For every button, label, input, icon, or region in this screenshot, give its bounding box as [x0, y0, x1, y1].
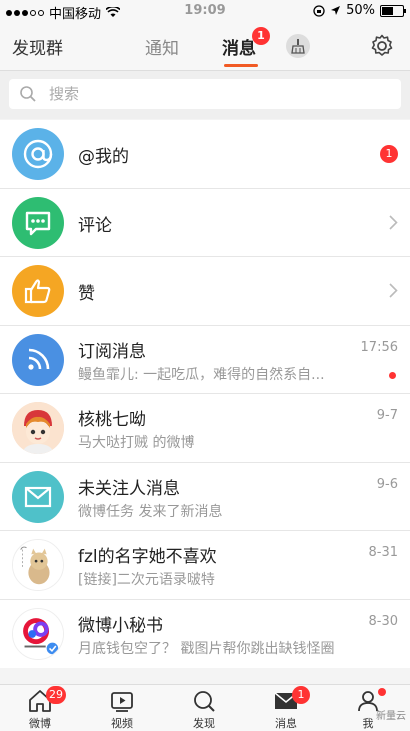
- item-title: 赞: [78, 284, 95, 304]
- tab-weibo[interactable]: 29 微博: [10, 685, 70, 731]
- status-right: 50%: [313, 3, 406, 18]
- avatar: [12, 607, 64, 660]
- list-item-comments[interactable]: 评论: [0, 189, 410, 257]
- tab-messages-bottom-badge: 1: [292, 686, 310, 704]
- item-time: 9-6: [376, 476, 398, 492]
- tab-discover-label: 发现: [193, 717, 215, 730]
- item-preview: 月底钱包空了？ 戳图片帮你跳出缺钱怪圈: [78, 640, 335, 657]
- item-preview: 微博任务 发来了新消息: [78, 503, 223, 520]
- tab-weibo-badge: 29: [46, 686, 66, 704]
- avatar: [12, 402, 64, 454]
- comment-icon: [12, 196, 64, 249]
- top-nav: 发现群 通知 消息 1: [0, 22, 410, 71]
- at-icon: [12, 128, 64, 180]
- item-title: @我的: [78, 147, 129, 167]
- status-bar: 中国移动 19:09 50%: [0, 0, 410, 22]
- item-time: 8-30: [368, 613, 398, 629]
- battery-icon: [380, 4, 406, 17]
- item-title: 微博小秘书: [78, 615, 163, 636]
- tab-weibo-label: 微博: [29, 717, 51, 730]
- unread-dot: [389, 371, 396, 379]
- tab-messages-label: 消息: [222, 39, 256, 59]
- clear-unread-button[interactable]: [286, 34, 310, 58]
- active-tab-indicator: [224, 64, 258, 67]
- list-item-likes[interactable]: 赞: [0, 257, 410, 326]
- tab-messages[interactable]: 消息 1: [222, 27, 270, 67]
- item-time: 8-31: [368, 545, 398, 560]
- search-box[interactable]: [9, 79, 401, 109]
- battery-percent: 50%: [346, 3, 375, 18]
- message-list: @我的 1 评论 赞 订阅消息 17:56 鳗鱼霏儿: 一起吃瓜，难得的自然系自…: [0, 120, 410, 668]
- avatar: [12, 539, 64, 591]
- tab-discover[interactable]: 发现: [174, 685, 234, 731]
- chevron-right-icon: [389, 214, 398, 230]
- list-item-chat[interactable]: 核桃七呦 9-7 马大哒打贼 的微博: [0, 394, 410, 463]
- list-item-stranger-messages[interactable]: 未关注人消息 9-6 微博任务 发来了新消息: [0, 463, 410, 531]
- list-item-chat[interactable]: fzl的名字她不喜欢 8-31 [链接]二次元语录啵特: [0, 531, 410, 600]
- tab-me-dot: [378, 688, 386, 696]
- tab-messages-bottom-label: 消息: [275, 717, 297, 730]
- tab-notifications[interactable]: 通知: [145, 34, 179, 59]
- tab-messages-bottom[interactable]: 1 消息: [256, 685, 316, 731]
- location-icon: [331, 6, 341, 15]
- item-time: 17:56: [360, 339, 398, 355]
- item-title: 未关注人消息: [78, 478, 180, 499]
- tab-messages-badge: 1: [252, 27, 270, 45]
- tab-video[interactable]: 视频: [92, 685, 152, 731]
- watermark: 新量云: [376, 711, 406, 722]
- thumbs-up-icon: [12, 265, 64, 317]
- bottom-tab-bar: 29 微博 视频 发现 1 消息 我 新量云: [0, 684, 410, 731]
- search-icon: [194, 691, 215, 712]
- list-item-subscriptions[interactable]: 订阅消息 17:56 鳗鱼霏儿: 一起吃瓜，难得的自然系自...: [0, 326, 410, 394]
- discover-groups-button[interactable]: 发现群: [12, 34, 63, 59]
- tab-video-label: 视频: [111, 717, 133, 730]
- search-area: [0, 71, 410, 119]
- item-preview: 马大哒打贼 的微博: [78, 435, 195, 451]
- item-title: 核桃七呦: [78, 410, 146, 430]
- video-icon: [111, 692, 133, 712]
- item-preview: [链接]二次元语录啵特: [78, 572, 215, 588]
- item-title: fzl的名字她不喜欢: [78, 547, 217, 567]
- rss-icon: [12, 333, 64, 386]
- mail-icon: [12, 470, 64, 523]
- settings-gear-icon[interactable]: [370, 34, 394, 58]
- list-item-weibo-secretary[interactable]: 微博小秘书 8-30 月底钱包空了？ 戳图片帮你跳出缺钱怪圈: [0, 600, 410, 669]
- item-preview: 鳗鱼霏儿: 一起吃瓜，难得的自然系自...: [78, 366, 325, 383]
- unread-badge: 1: [380, 145, 398, 163]
- search-icon: [20, 86, 36, 102]
- item-title: 评论: [78, 215, 112, 236]
- rotation-lock-icon: [313, 4, 325, 17]
- list-item-mentions[interactable]: @我的 1: [0, 120, 410, 189]
- chevron-right-icon: [389, 283, 398, 298]
- item-title: 订阅消息: [78, 341, 146, 362]
- broom-icon: [291, 39, 305, 54]
- search-input[interactable]: [47, 84, 371, 104]
- item-time: 9-7: [376, 408, 398, 423]
